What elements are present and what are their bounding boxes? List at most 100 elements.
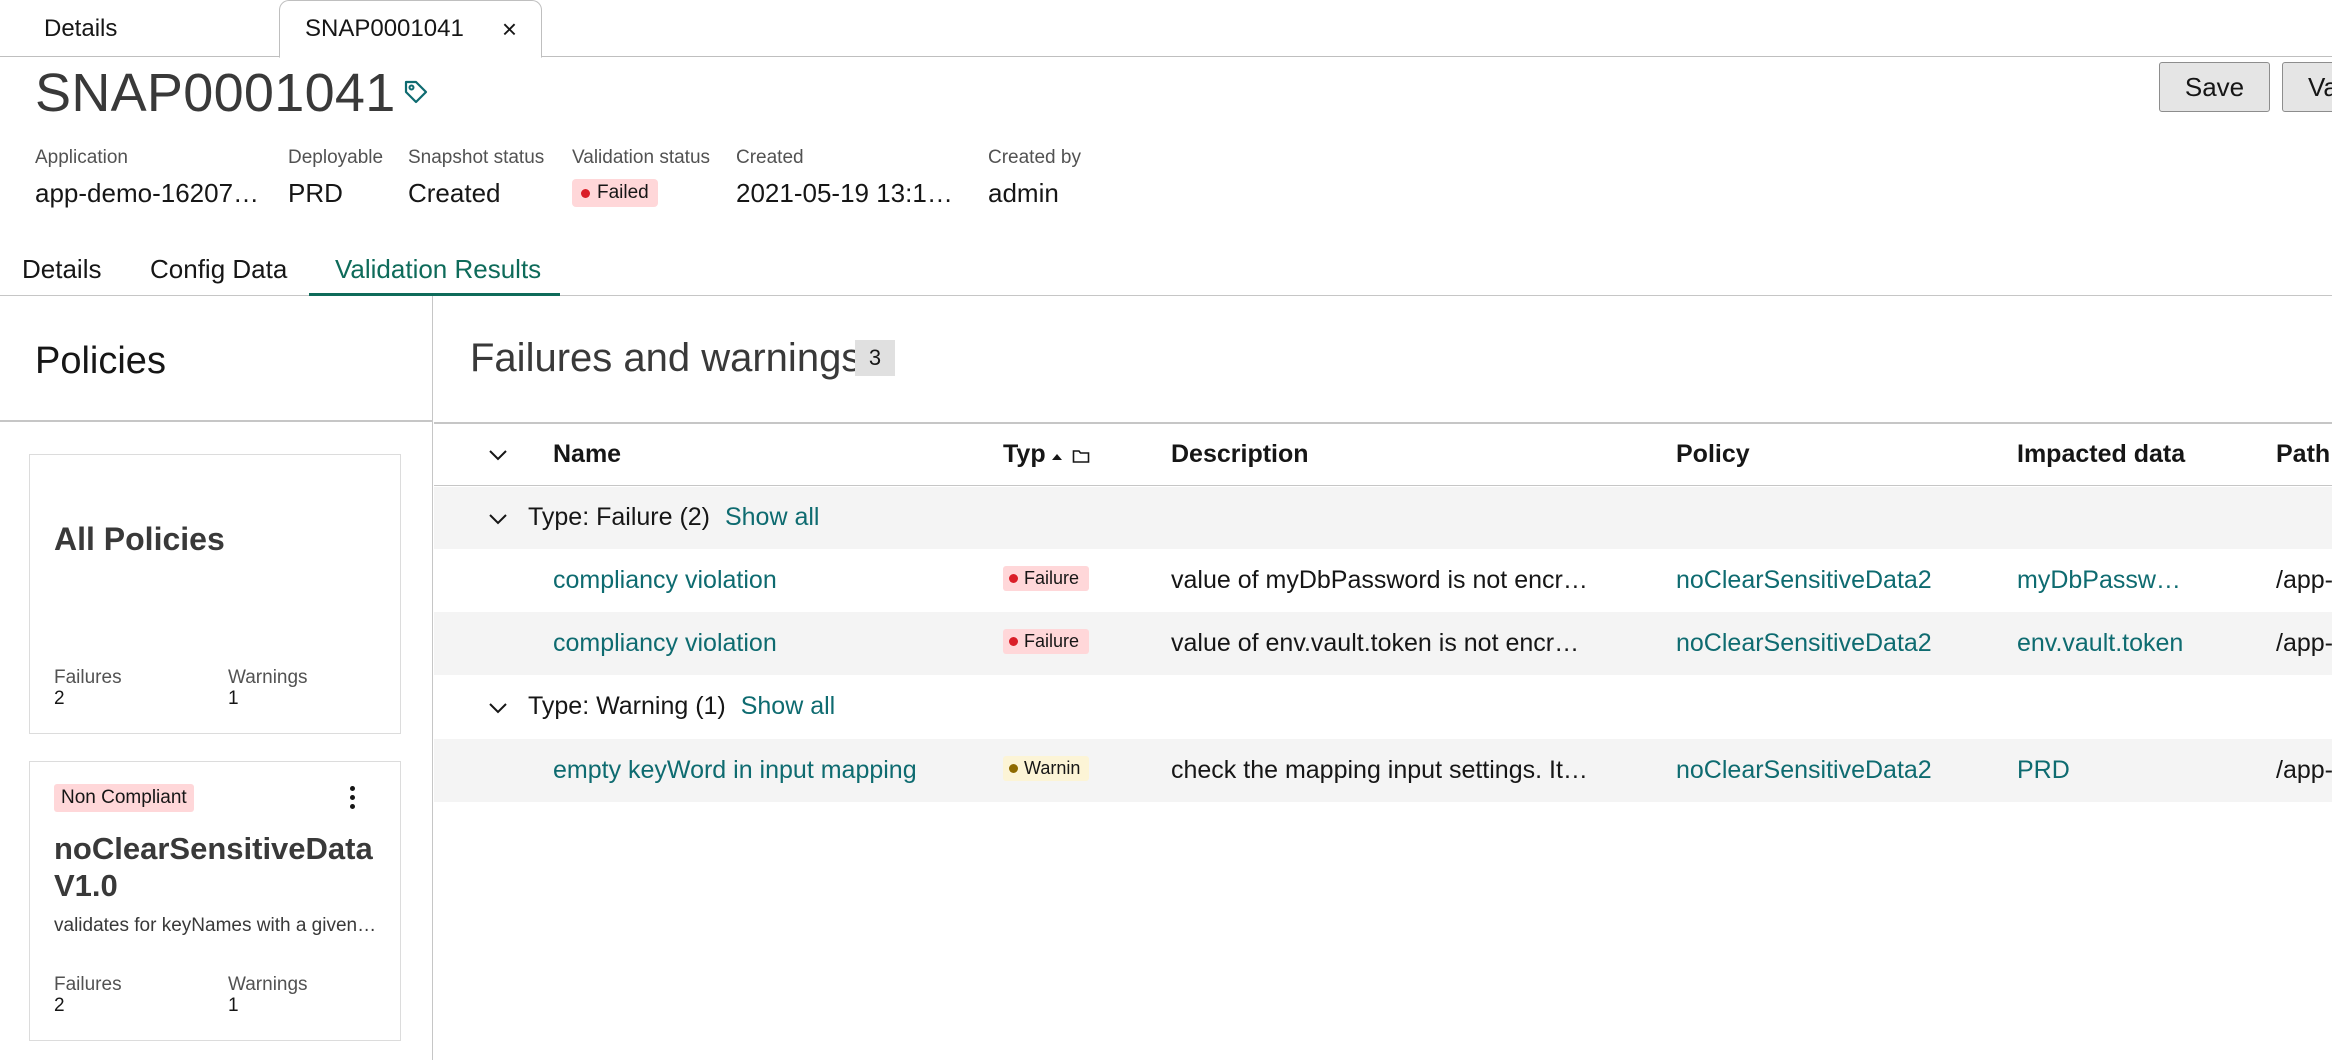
table-header: Name Typ Description Policy Impacted dat…: [434, 424, 2332, 486]
meta-value: 2021-05-19 13:1…: [736, 178, 953, 208]
type-badge-label: Failure: [1024, 568, 1080, 588]
top-tab-details[interactable]: Details: [0, 0, 280, 57]
group-label-text: Type: Warning (1): [528, 692, 726, 720]
row-policy-link[interactable]: noClearSensitiveData2: [1676, 566, 1932, 595]
chevron-down-icon[interactable]: [487, 508, 509, 530]
warnings-value: 1: [228, 995, 239, 1016]
row-path: /app-: [2276, 629, 2332, 657]
type-badge: Failure: [1003, 629, 1089, 654]
policy-name: noClearSensitiveData: [54, 831, 373, 866]
meta-value: PRD: [288, 178, 343, 208]
meta-value: app-demo-16207…: [35, 178, 260, 208]
close-icon[interactable]: ×: [502, 16, 517, 42]
show-all-link[interactable]: Show all: [741, 692, 836, 720]
column-header-path[interactable]: Path: [2276, 440, 2330, 469]
meta-label: Deployable: [288, 147, 384, 168]
chevron-down-icon[interactable]: [487, 697, 509, 719]
validate-button[interactable]: Va: [2282, 62, 2332, 112]
column-header-type[interactable]: Typ: [1003, 440, 1046, 469]
warnings-label: Warnings: [228, 667, 308, 688]
tag-icon[interactable]: [403, 79, 429, 105]
warnings-label: Warnings: [228, 974, 308, 995]
tab-label: Config Data: [150, 254, 288, 284]
meta-value: Created: [408, 178, 501, 208]
policy-version: V1.0: [54, 868, 118, 903]
tab-details[interactable]: Details: [22, 244, 152, 296]
all-policies-card[interactable]: All Policies Failures 2 Warnings 1: [29, 454, 401, 734]
table-row[interactable]: compliancy violation Failure value of en…: [434, 612, 2332, 675]
sort-ascending-icon[interactable]: [1050, 450, 1064, 464]
type-badge: Warnin: [1003, 756, 1089, 781]
status-dot-icon: [1009, 764, 1018, 773]
column-header-impacted-data[interactable]: Impacted data: [2017, 440, 2185, 469]
meta-label: Created: [736, 147, 804, 168]
table-row[interactable]: empty keyWord in input mapping Warnin ch…: [434, 739, 2332, 802]
tab-label: Validation Results: [335, 254, 542, 284]
row-policy-link[interactable]: noClearSensitiveData2: [1676, 756, 1932, 785]
count-badge: 3: [855, 340, 895, 376]
show-all-link[interactable]: Show all: [725, 503, 820, 531]
chevron-down-icon[interactable]: [487, 444, 509, 466]
tab-config-data[interactable]: Config Data: [150, 244, 310, 296]
group-label: Type: Warning (1) Show all: [528, 692, 835, 721]
status-badge: Failed: [572, 179, 658, 207]
meta-deployable: Deployable PRD: [288, 147, 383, 209]
save-button[interactable]: Save: [2159, 62, 2270, 112]
row-description: check the mapping input settings. It…: [1171, 756, 1588, 784]
policy-card[interactable]: Non Compliant noClearSensitiveData V1.0 …: [29, 761, 401, 1041]
group-label: Type: Failure (2) Show all: [528, 503, 819, 532]
meta-value: admin: [988, 178, 1059, 208]
group-row-failure[interactable]: Type: Failure (2) Show all: [434, 487, 2332, 549]
page-title: SNAP0001041: [35, 63, 396, 123]
row-policy-link[interactable]: noClearSensitiveData2: [1676, 629, 1932, 658]
status-dot-icon: [1009, 574, 1018, 583]
row-impacted-link[interactable]: env.vault.token: [2017, 629, 2183, 658]
group-label-text: Type: Failure (2): [528, 503, 711, 531]
sub-tab-bar: Details Config Data Validation Results: [0, 244, 2332, 296]
tab-validation-results[interactable]: Validation Results: [309, 244, 560, 296]
row-path: /app-: [2276, 756, 2332, 784]
type-badge-label: Failure: [1024, 631, 1080, 651]
row-path: /app-: [2276, 566, 2332, 594]
row-impacted-link[interactable]: PRD: [2017, 756, 2070, 785]
policy-description: validates for keyNames with a given…: [54, 915, 377, 936]
tab-label: Details: [22, 254, 102, 284]
meta-label: Validation status: [572, 147, 711, 168]
card-title: All Policies: [54, 521, 225, 557]
row-description: value of env.vault.token is not encr…: [1171, 629, 1580, 657]
warnings-value: 1: [228, 688, 239, 709]
column-header-description[interactable]: Description: [1171, 440, 1309, 469]
meta-created-by: Created by admin: [988, 147, 1081, 209]
group-row-warning[interactable]: Type: Warning (1) Show all: [434, 676, 2332, 738]
top-tab-snapshot[interactable]: SNAP0001041 ×: [279, 0, 542, 58]
top-tab-details-label: Details: [44, 14, 118, 42]
failures-value: 2: [54, 995, 65, 1016]
table-row[interactable]: compliancy violation Failure value of my…: [434, 549, 2332, 612]
failures-title: Failures and warnings: [470, 336, 862, 380]
meta-label: Snapshot status: [408, 147, 545, 168]
column-header-policy[interactable]: Policy: [1676, 440, 1750, 469]
column-header-name[interactable]: Name: [553, 440, 621, 469]
row-name-link[interactable]: compliancy violation: [553, 629, 777, 658]
top-tab-snapshot-label: SNAP0001041: [305, 15, 464, 42]
meta-validation-status: Validation status Failed: [572, 147, 710, 207]
meta-created: Created 2021-05-19 13:1…: [736, 147, 953, 209]
status-dot-icon: [581, 188, 590, 198]
policies-title: Policies: [35, 340, 166, 382]
failures-label: Failures: [54, 974, 122, 995]
row-name-link[interactable]: empty keyWord in input mapping: [553, 756, 917, 785]
divider: [0, 420, 433, 422]
overflow-menu-icon[interactable]: [348, 786, 356, 809]
row-name-link[interactable]: compliancy violation: [553, 566, 777, 595]
meta-application: Application app-demo-16207…: [35, 147, 259, 209]
top-tab-bar: Details SNAP0001041 ×: [0, 0, 2332, 58]
meta-label: Created by: [988, 147, 1081, 168]
row-description: value of myDbPassword is not encr…: [1171, 566, 1588, 594]
row-impacted-link[interactable]: myDbPassw…: [2017, 566, 2181, 595]
type-badge: Failure: [1003, 566, 1089, 591]
status-badge-label: Failed: [597, 182, 649, 203]
status-badge: Non Compliant: [54, 784, 194, 812]
folder-icon[interactable]: [1072, 448, 1090, 464]
failures-value: 2: [54, 688, 65, 709]
status-dot-icon: [1009, 637, 1018, 646]
